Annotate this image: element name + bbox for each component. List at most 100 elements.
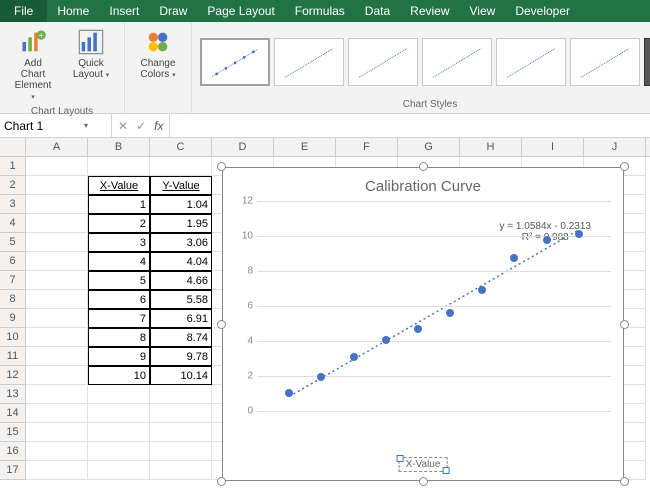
chart-style-1[interactable] — [200, 38, 270, 86]
cell[interactable] — [150, 157, 212, 176]
row-header[interactable]: 5 — [0, 233, 26, 252]
add-chart-element-button[interactable]: + Add Chart Element ▾ — [8, 26, 58, 104]
cell[interactable] — [26, 309, 88, 328]
fx-icon[interactable]: fx — [154, 119, 163, 133]
row-header[interactable]: 10 — [0, 328, 26, 347]
col-header[interactable]: H — [460, 138, 522, 156]
cell[interactable]: 10 — [88, 366, 150, 385]
cell[interactable] — [26, 290, 88, 309]
cell[interactable] — [26, 271, 88, 290]
change-colors-button[interactable]: Change Colors ▾ — [133, 26, 183, 82]
cell[interactable] — [26, 328, 88, 347]
data-point[interactable] — [575, 230, 583, 238]
resize-handle-mr[interactable] — [620, 320, 629, 329]
cancel-icon[interactable]: ✕ — [118, 119, 128, 133]
quick-layout-button[interactable]: Quick Layout ▾ — [66, 26, 116, 82]
data-point[interactable] — [478, 286, 486, 294]
row-header[interactable]: 11 — [0, 347, 26, 366]
formula-input[interactable] — [170, 119, 650, 133]
row-header[interactable]: 13 — [0, 385, 26, 404]
resize-handle-bl[interactable] — [217, 477, 226, 486]
cell[interactable] — [150, 385, 212, 404]
chart-style-6[interactable] — [570, 38, 640, 86]
cell[interactable] — [26, 366, 88, 385]
data-point[interactable] — [510, 254, 518, 262]
cell[interactable]: 2 — [88, 214, 150, 233]
tab-home[interactable]: Home — [47, 0, 99, 22]
name-box[interactable]: ▾ — [0, 114, 112, 137]
col-header[interactable]: D — [212, 138, 274, 156]
row-header[interactable]: 4 — [0, 214, 26, 233]
cell[interactable] — [88, 385, 150, 404]
chart-style-3[interactable] — [348, 38, 418, 86]
col-header[interactable]: F — [336, 138, 398, 156]
row-header[interactable]: 3 — [0, 195, 26, 214]
cell[interactable] — [26, 252, 88, 271]
cell[interactable] — [88, 423, 150, 442]
name-box-dropdown-icon[interactable]: ▾ — [84, 121, 88, 130]
row-header[interactable]: 8 — [0, 290, 26, 309]
tab-draw[interactable]: Draw — [149, 0, 197, 22]
cell[interactable]: 3.06 — [150, 233, 212, 252]
resize-handle-br[interactable] — [620, 477, 629, 486]
col-header[interactable]: A — [26, 138, 88, 156]
cell[interactable]: X-Value — [88, 176, 150, 195]
col-header[interactable]: E — [274, 138, 336, 156]
cell[interactable]: 1.95 — [150, 214, 212, 233]
cell[interactable] — [26, 157, 88, 176]
cell[interactable]: 8 — [88, 328, 150, 347]
cell[interactable]: 4 — [88, 252, 150, 271]
chart-style-2[interactable] — [274, 38, 344, 86]
embedded-chart[interactable]: Calibration Curve y = 1.0584x - 0.2313 R… — [214, 159, 632, 489]
cell[interactable]: 1 — [88, 195, 150, 214]
col-header[interactable]: B — [88, 138, 150, 156]
cell[interactable]: 6 — [88, 290, 150, 309]
tab-page-layout[interactable]: Page Layout — [197, 0, 284, 22]
tab-review[interactable]: Review — [400, 0, 459, 22]
cell[interactable] — [88, 461, 150, 480]
cell[interactable]: 6.91 — [150, 309, 212, 328]
data-point[interactable] — [543, 236, 551, 244]
col-header[interactable]: G — [398, 138, 460, 156]
cell[interactable] — [88, 404, 150, 423]
cell[interactable] — [150, 423, 212, 442]
cell[interactable] — [88, 442, 150, 461]
tab-data[interactable]: Data — [355, 0, 400, 22]
tab-formulas[interactable]: Formulas — [285, 0, 355, 22]
x-axis-label[interactable]: X-Value — [399, 457, 448, 472]
worksheet-grid[interactable]: A B C D E F G H I J 12X-ValueY-Value311.… — [0, 138, 650, 500]
cell[interactable]: 4.66 — [150, 271, 212, 290]
chart-plot-area[interactable]: y = 1.0584x - 0.2313 R² = 0.988 02468101… — [257, 201, 611, 411]
row-header[interactable]: 14 — [0, 404, 26, 423]
data-point[interactable] — [317, 373, 325, 381]
row-header[interactable]: 15 — [0, 423, 26, 442]
select-all-corner[interactable] — [0, 138, 26, 156]
col-header[interactable]: I — [522, 138, 584, 156]
cell[interactable] — [26, 347, 88, 366]
row-header[interactable]: 7 — [0, 271, 26, 290]
cell[interactable]: Y-Value — [150, 176, 212, 195]
cell[interactable]: 3 — [88, 233, 150, 252]
data-point[interactable] — [350, 353, 358, 361]
chart-styles-scroll[interactable] — [644, 38, 650, 86]
enter-icon[interactable]: ✓ — [136, 119, 146, 133]
cell[interactable] — [26, 461, 88, 480]
cell[interactable]: 5.58 — [150, 290, 212, 309]
tab-file[interactable]: File — [0, 0, 47, 22]
cell[interactable] — [150, 404, 212, 423]
cell[interactable]: 1.04 — [150, 195, 212, 214]
cell[interactable]: 8.74 — [150, 328, 212, 347]
cell[interactable] — [26, 176, 88, 195]
row-header[interactable]: 2 — [0, 176, 26, 195]
cell[interactable] — [150, 442, 212, 461]
resize-handle-bm[interactable] — [419, 477, 428, 486]
tab-view[interactable]: View — [460, 0, 506, 22]
tab-insert[interactable]: Insert — [99, 0, 149, 22]
row-header[interactable]: 9 — [0, 309, 26, 328]
chart-style-4[interactable] — [422, 38, 492, 86]
resize-handle-tm[interactable] — [419, 162, 428, 171]
data-point[interactable] — [414, 325, 422, 333]
row-header[interactable]: 6 — [0, 252, 26, 271]
resize-handle-tl[interactable] — [217, 162, 226, 171]
cell[interactable] — [26, 442, 88, 461]
